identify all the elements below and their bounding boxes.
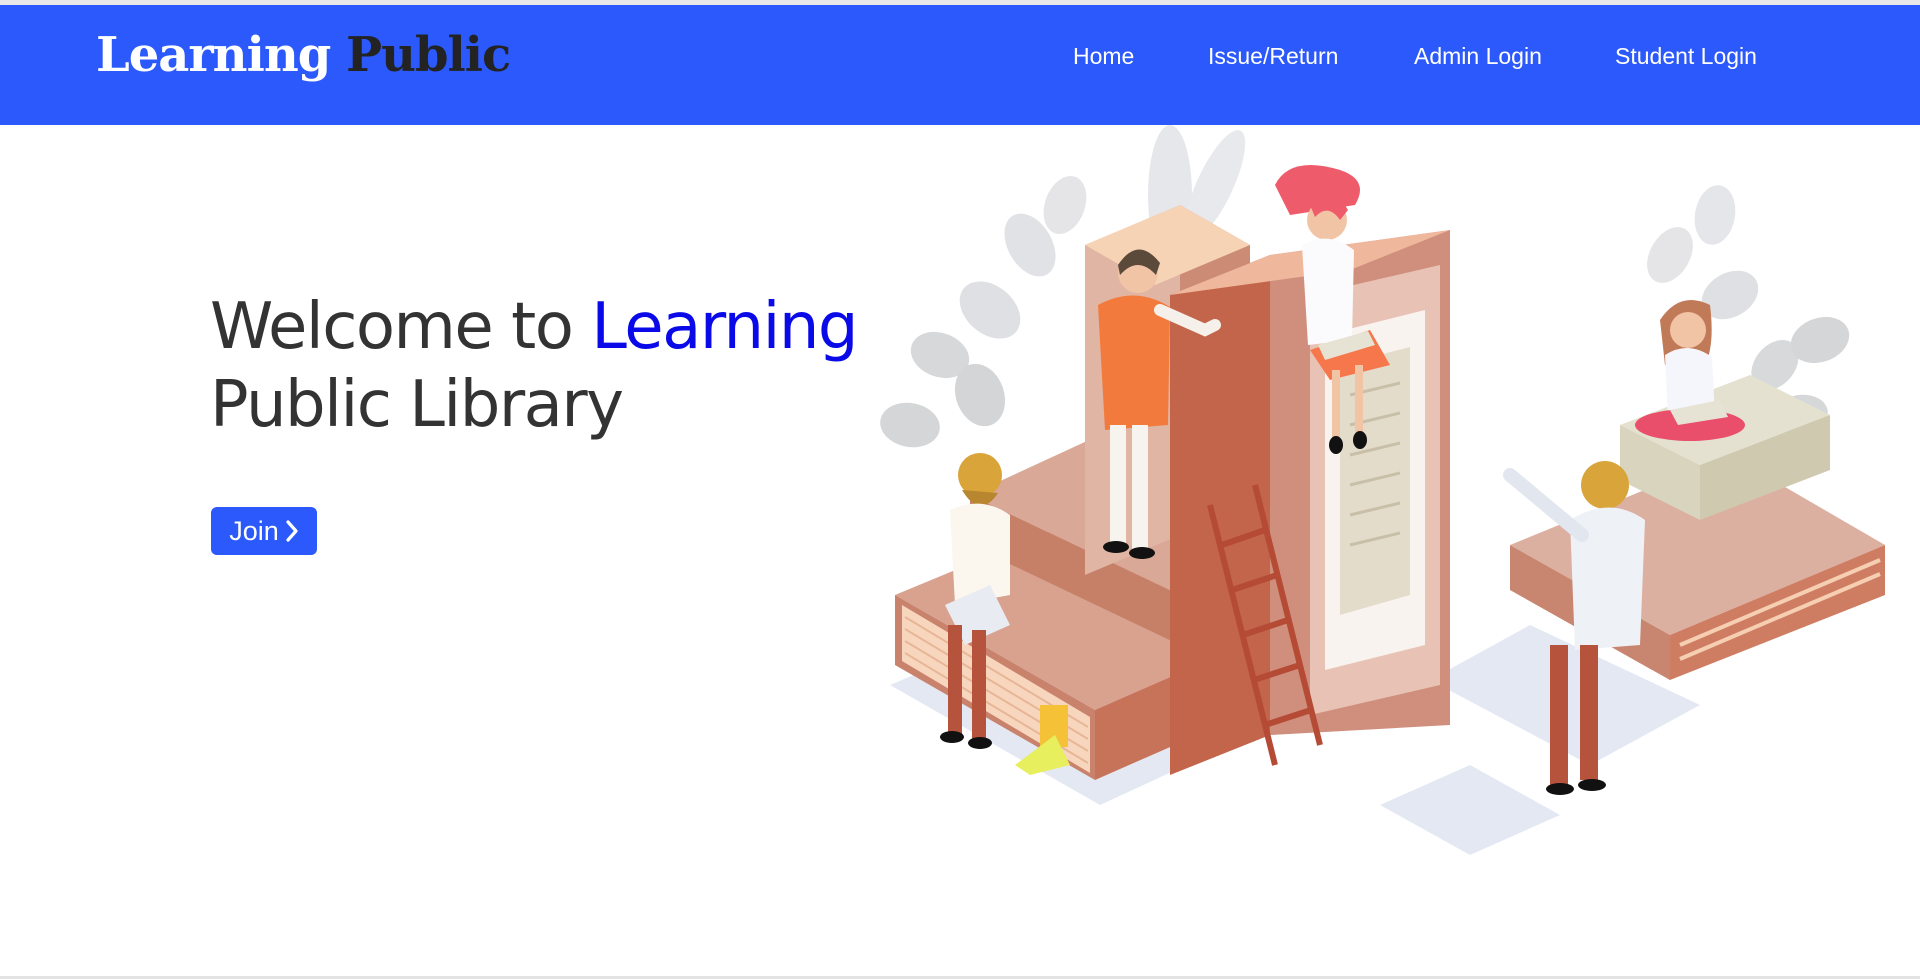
nav-home[interactable]: Home [1073,43,1134,70]
nav-links: Home Issue/Return Admin Login Student Lo… [0,43,1920,83]
chevron-right-icon [286,520,298,542]
nav-issue-return[interactable]: Issue/Return [1208,43,1338,70]
join-button-label: Join [229,515,279,546]
hero-title-line2: Public Library [210,368,624,442]
navbar: Learning Public Home Issue/Return Admin … [0,5,1920,125]
hero-title: Welcome to Learning Public Library [210,288,859,444]
join-button[interactable]: Join [211,507,317,555]
person-sitting-right [1635,300,1745,441]
hero-title-prefix: Welcome to [210,290,592,364]
nav-admin-login[interactable]: Admin Login [1414,43,1542,70]
nav-student-login[interactable]: Student Login [1615,43,1757,70]
hero-title-accent: Learning [591,290,858,364]
library-illustration [880,125,1885,855]
